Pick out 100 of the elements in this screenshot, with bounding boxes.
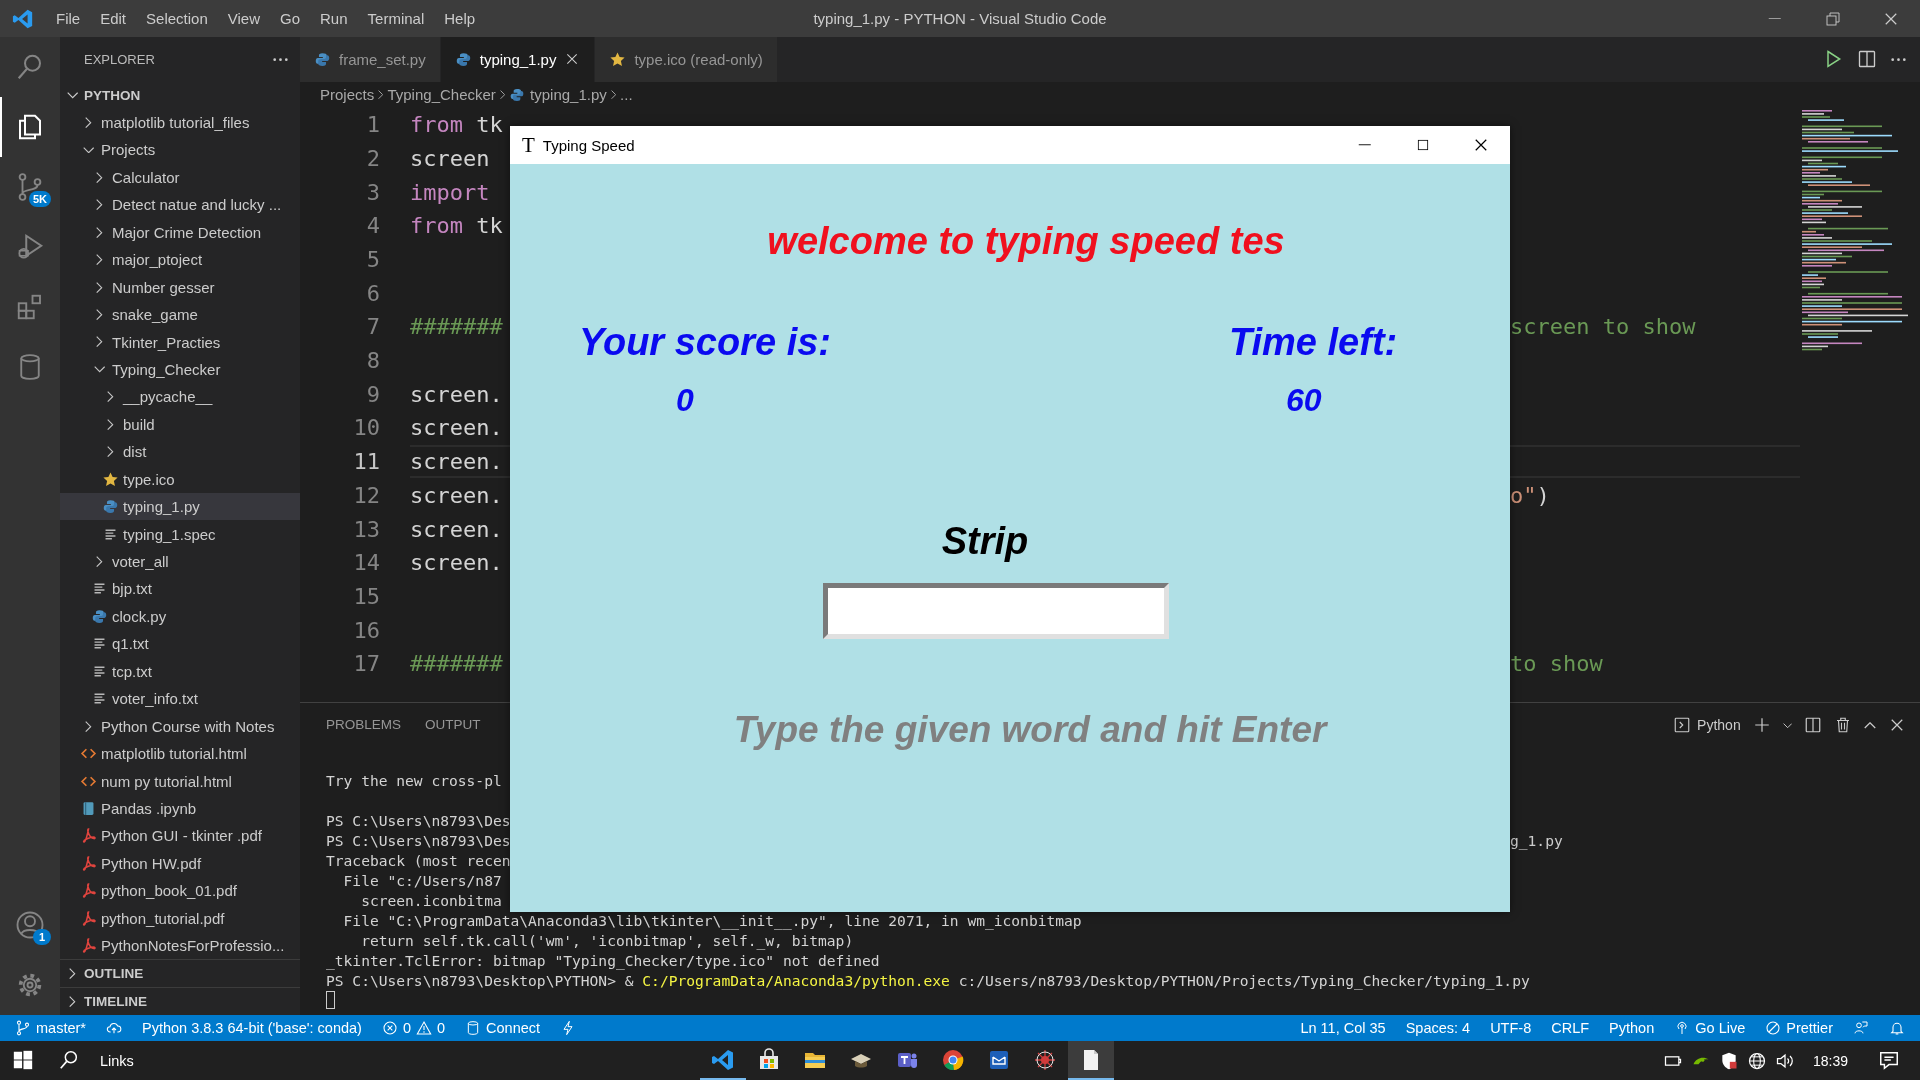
- search-icon: [58, 1048, 80, 1071]
- search-label[interactable]: Links: [92, 1052, 134, 1069]
- tree-item[interactable]: Number gesser: [60, 273, 300, 301]
- tree-item[interactable]: major_ptoject: [60, 246, 300, 274]
- status-item[interactable]: Ln 11, Col 35: [1293, 1015, 1393, 1041]
- tree-item[interactable]: Calculator: [60, 163, 300, 192]
- menu-item[interactable]: Run: [310, 0, 358, 37]
- tree-item[interactable]: matplotlib tutorial.html: [60, 739, 300, 768]
- tree-item[interactable]: Projects: [60, 136, 300, 164]
- menu-item[interactable]: Go: [270, 0, 310, 37]
- tree-item[interactable]: typing_1.py: [60, 492, 300, 521]
- menu-item[interactable]: Terminal: [357, 0, 435, 37]
- code-text: screen.: [410, 415, 503, 441]
- code-text: #######: [410, 314, 503, 340]
- terminal-line: _tkinter.TclError: bitmap "Typing_Checker/type.ico" not defined: [326, 952, 880, 970]
- panel-tab[interactable]: OUTPUT: [413, 709, 493, 741]
- account-button[interactable]: 1: [0, 895, 60, 955]
- tree-item[interactable]: Python HW.pdf: [60, 849, 300, 878]
- line-number: 14: [352, 550, 380, 576]
- editor-tab[interactable]: frame_set.py: [300, 37, 441, 82]
- editor-tab[interactable]: type.ico (read-only): [595, 37, 778, 82]
- problems-status[interactable]: 0 0: [374, 1015, 453, 1041]
- folder-header[interactable]: PYTHON: [60, 81, 300, 109]
- split-icon: [1804, 716, 1822, 735]
- tree-item[interactable]: Tkinter_Practies: [60, 328, 300, 356]
- status-item[interactable]: master*: [8, 1015, 93, 1041]
- plus-icon: [1752, 716, 1771, 735]
- snake-file-icon: [91, 607, 108, 625]
- tree-item[interactable]: type.ico: [60, 465, 300, 493]
- code-text: from tk: [410, 112, 503, 138]
- status-item[interactable]: Go Live: [1667, 1015, 1753, 1041]
- code-text: screen.: [410, 550, 503, 576]
- minimize-icon: [1358, 144, 1372, 146]
- tree-item[interactable]: clock.py: [60, 602, 300, 631]
- spider-web-icon: [1033, 1047, 1057, 1072]
- score-label: Your score is:: [579, 320, 832, 365]
- tree-item[interactable]: Major Crime Detection: [60, 218, 300, 246]
- status-item[interactable]: Prettier: [1758, 1015, 1840, 1041]
- instruction-text: Type the given word and hit Enter: [733, 709, 1327, 750]
- document-icon: [80, 827, 97, 845]
- tree-item[interactable]: __pycache__: [60, 383, 300, 411]
- code-text: screen.: [410, 516, 503, 542]
- editor-tab[interactable]: typing_1.py: [440, 37, 596, 82]
- given-word: Strip: [941, 520, 1029, 562]
- taskbar-button[interactable]: [1068, 1041, 1114, 1080]
- panel-tab[interactable]: PROBLEMS: [314, 709, 414, 741]
- tree-item[interactable]: Python Course with Notes: [60, 712, 300, 740]
- tree-item[interactable]: snake_game: [60, 300, 300, 329]
- menu-item[interactable]: Help: [434, 0, 486, 37]
- tree-item[interactable]: voter_info.txt: [60, 685, 300, 713]
- status-item[interactable]: Connect: [458, 1015, 548, 1041]
- tree-item[interactable]: typing_1.spec: [60, 520, 300, 548]
- breadcrumb-item[interactable]: ...: [620, 86, 633, 104]
- tree-item[interactable]: matplotlib tutorial_files: [60, 108, 300, 137]
- tree-item[interactable]: build: [60, 410, 300, 439]
- line-number: 12: [352, 482, 380, 508]
- clock[interactable]: 18:39: [1802, 1052, 1858, 1069]
- menu-item[interactable]: Edit: [90, 0, 137, 37]
- terminal-line: PS C:\Users\n8793\Des: [326, 831, 512, 852]
- chevron-up-icon: [1864, 721, 1876, 729]
- status-item[interactable]: UTF-8: [1483, 1015, 1539, 1041]
- section-header[interactable]: OUTLINE: [60, 959, 300, 988]
- star-icon: [609, 50, 627, 68]
- tree-item[interactable]: voter_all: [60, 547, 300, 576]
- breadcrumb-item[interactable]: Projects: [320, 86, 375, 104]
- breadcrumb-item[interactable]: typing_1.py: [509, 86, 607, 104]
- input-field[interactable]: [823, 583, 1169, 639]
- document-icon: [80, 854, 97, 872]
- tree-item[interactable]: Pandas .ipynb: [60, 794, 300, 823]
- tree-item[interactable]: Typing_Checker: [60, 355, 300, 384]
- tree-item[interactable]: Detect natue and lucky ...: [60, 191, 300, 219]
- tree-item[interactable]: python_book_01.pdf: [60, 877, 300, 905]
- tree-item[interactable]: num py tutorial.html: [60, 767, 300, 795]
- tree-item[interactable]: PythonNotesForProfessio...: [60, 931, 300, 960]
- blocked-icon: [1765, 1020, 1782, 1036]
- terminal-selector[interactable]: Python: [1673, 716, 1741, 735]
- snake-file-icon: [454, 50, 472, 68]
- window-title: typing_1.py - PYTHON - Visual Studio Code: [813, 10, 1107, 27]
- tree-item[interactable]: q1.txt: [60, 630, 300, 658]
- menu-item[interactable]: View: [217, 0, 270, 37]
- count-badge: 1: [33, 929, 51, 945]
- time-value: 60: [1285, 382, 1323, 418]
- tree-item[interactable]: tcp.txt: [60, 657, 300, 685]
- activity-button[interactable]: 5K: [0, 157, 60, 217]
- status-item[interactable]: CRLF: [1544, 1015, 1597, 1041]
- tree-item[interactable]: bjp.txt: [60, 575, 300, 603]
- breadcrumb-item[interactable]: Typing_Checker: [387, 86, 496, 104]
- tree-item[interactable]: Python GUI - tkinter .pdf: [60, 822, 300, 850]
- menu-item[interactable]: File: [46, 0, 91, 37]
- status-item[interactable]: Python: [1602, 1015, 1662, 1041]
- terminal-line: return self.tk.call('wm', 'iconbitmap', self._w, bitmap): [360, 932, 854, 950]
- line-number: 10: [352, 415, 380, 441]
- ribbon-icon: [711, 1047, 735, 1072]
- status-item[interactable]: Python 3.8.3 64-bit ('base': conda): [134, 1015, 369, 1041]
- minimize-icon: [1768, 17, 1782, 20]
- tree-item[interactable]: python_tutorial.pdf: [60, 904, 300, 932]
- more-icon: [273, 57, 288, 62]
- menu-item[interactable]: Selection: [136, 0, 218, 37]
- status-item[interactable]: Spaces: 4: [1398, 1015, 1478, 1041]
- tree-item[interactable]: dist: [60, 438, 300, 466]
